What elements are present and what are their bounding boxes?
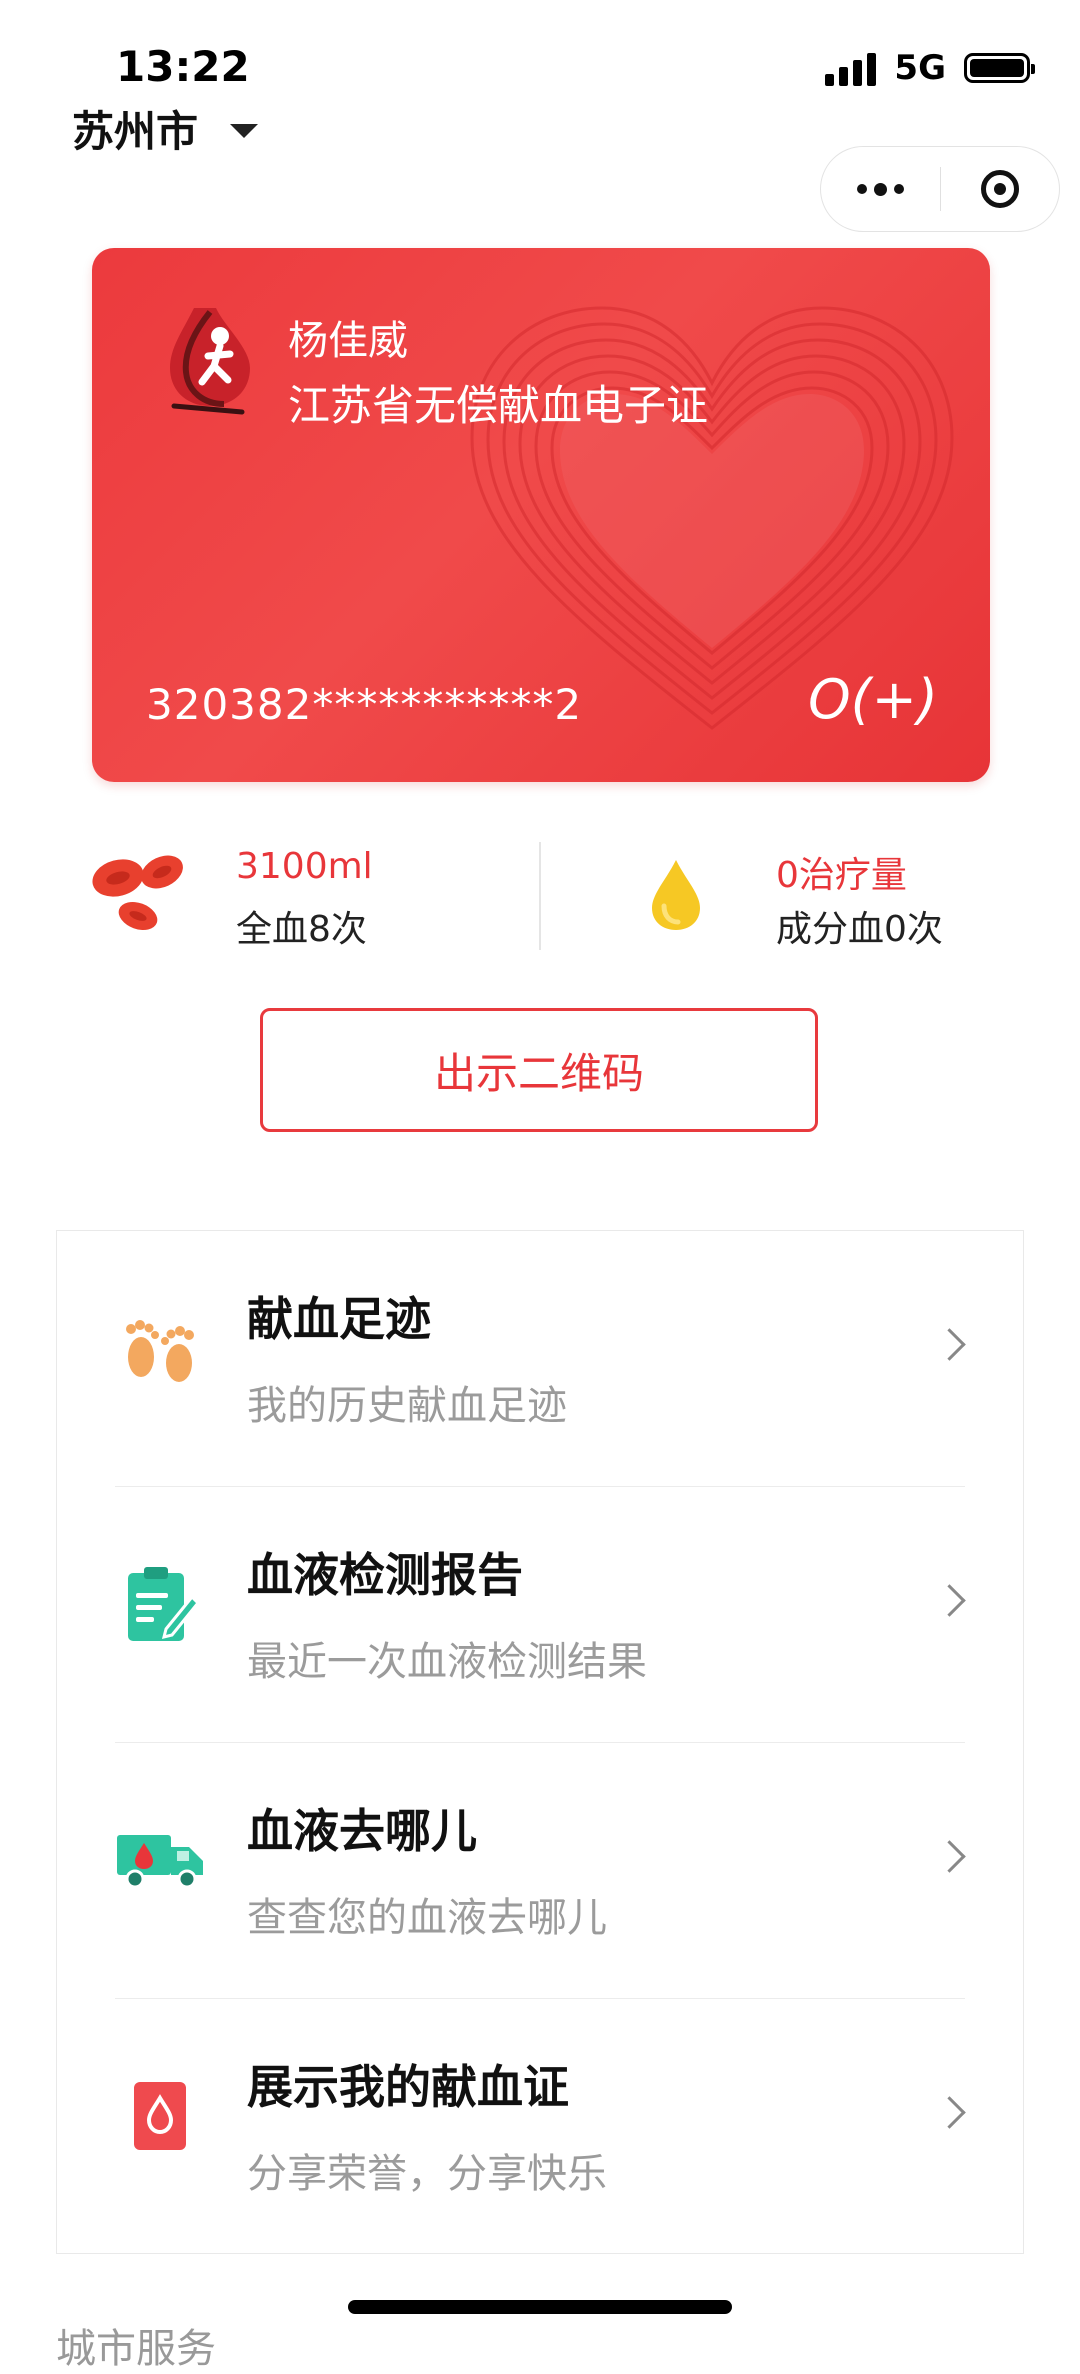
stats-divider [539, 842, 541, 950]
status-time: 13:22 [116, 42, 250, 91]
blood-card-icon [115, 2071, 205, 2161]
signal-icon [825, 50, 877, 86]
chevron-right-icon [933, 1584, 966, 1617]
menu-subtitle: 最近一次血液检测结果 [247, 1639, 647, 1685]
delivery-truck-icon [115, 1815, 205, 1905]
menu-item-show-donor-card[interactable]: 展示我的献血证 分享荣誉，分享快乐 [57, 1999, 1023, 2255]
donor-name: 杨佳威 [288, 318, 408, 364]
plasma-drop-icon [652, 860, 700, 930]
donor-id-number: 320382***********2 [146, 680, 583, 729]
component-blood-amount: 0治疗量 [776, 855, 907, 896]
blood-type: O(+) [808, 668, 938, 731]
menu-item-donation-footprint[interactable]: 献血足迹 我的历史献血足迹 [57, 1231, 1023, 1487]
red-blood-cells-icon [92, 855, 183, 931]
battery-icon [964, 53, 1035, 83]
blood-donor-card[interactable]: 杨佳威 江苏省无偿献血电子证 320382***********2 O(+) [92, 248, 990, 782]
city-selector[interactable]: 苏州市 [72, 98, 259, 159]
whole-blood-count: 全血8次 [236, 909, 367, 950]
blood-donation-logo [170, 308, 250, 415]
menu-title: 血液检测报告 [247, 1548, 523, 1602]
menu-subtitle: 我的历史献血足迹 [247, 1383, 567, 1429]
target-icon [980, 170, 1019, 208]
city-label: 苏州市 [72, 107, 199, 156]
menu-title: 血液去哪儿 [247, 1804, 477, 1858]
home-indicator[interactable] [348, 2300, 732, 2314]
component-blood-count: 成分血0次 [776, 909, 943, 950]
menu-subtitle: 分享荣誉，分享快乐 [247, 2151, 607, 2197]
menu-item-blood-test-report[interactable]: 血液检测报告 最近一次血液检测结果 [57, 1487, 1023, 1743]
menu-item-blood-whereabouts[interactable]: 血液去哪儿 查查您的血液去哪儿 [57, 1743, 1023, 1999]
footprints-icon [115, 1303, 205, 1393]
menu-title: 献血足迹 [247, 1292, 431, 1346]
card-title: 江苏省无偿献血电子证 [288, 381, 709, 430]
service-menu: 献血足迹 我的历史献血足迹 血液检测报告 最近一次血液检测结果 血液去哪儿 查查… [56, 1230, 1024, 2254]
show-qr-code-button[interactable]: 出示二维码 [260, 1008, 818, 1132]
network-type: 5G [894, 48, 946, 88]
chevron-right-icon [933, 1328, 966, 1361]
chevron-right-icon [933, 2096, 966, 2129]
dropdown-caret-icon [230, 123, 259, 138]
more-menu-button[interactable] [821, 182, 940, 196]
section-label-city-services: 城市服务 [56, 2326, 216, 2372]
clipboard-report-icon [115, 1559, 205, 1649]
whole-blood-amount: 3100ml [236, 846, 373, 887]
miniprogram-capsule [820, 146, 1060, 232]
chevron-right-icon [933, 1840, 966, 1873]
menu-title: 展示我的献血证 [247, 2060, 569, 2114]
menu-subtitle: 查查您的血液去哪儿 [247, 1895, 607, 1941]
status-indicators: 5G [825, 48, 1035, 88]
close-miniprogram-button[interactable] [941, 170, 1060, 208]
